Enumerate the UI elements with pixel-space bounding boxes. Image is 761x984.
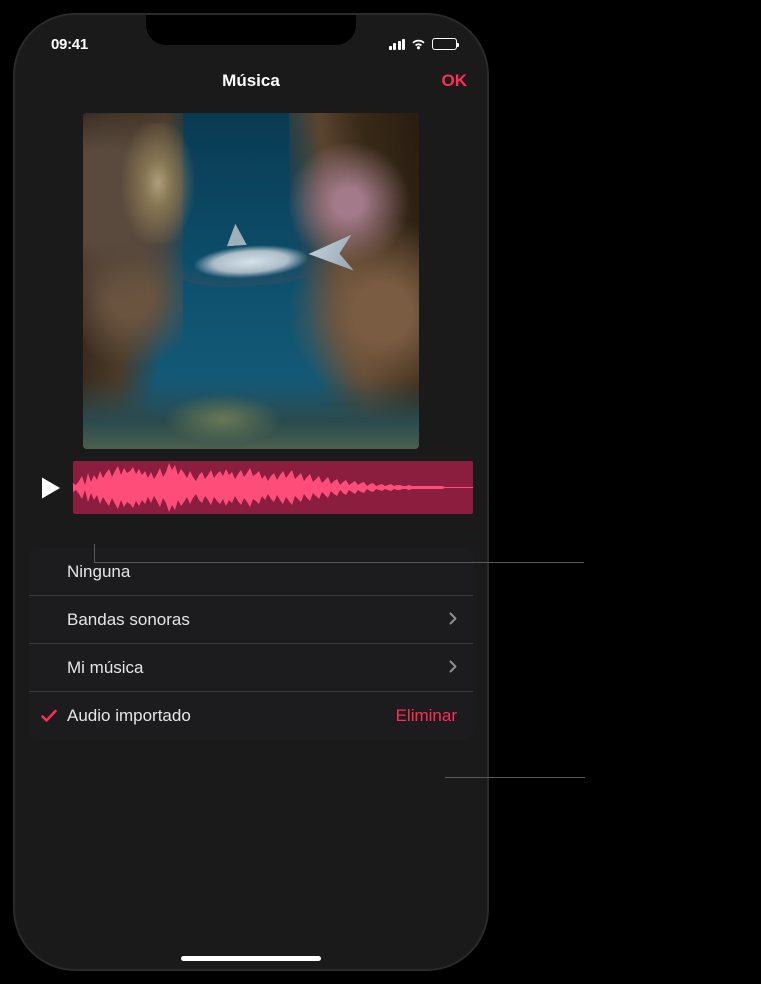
- status-indicators: [389, 38, 458, 50]
- audio-waveform[interactable]: [73, 461, 473, 514]
- option-label: Audio importado: [67, 706, 191, 726]
- play-button[interactable]: [29, 461, 73, 514]
- video-preview[interactable]: [83, 113, 419, 449]
- notch: [146, 15, 356, 45]
- phone-frame: 09:41 Música OK: [15, 15, 487, 969]
- option-none[interactable]: Ninguna: [29, 548, 473, 596]
- option-imported-audio[interactable]: Audio importado Eliminar: [29, 692, 473, 740]
- cellular-signal-icon: [389, 39, 406, 50]
- option-my-music[interactable]: Mi música: [29, 644, 473, 692]
- battery-icon: [432, 38, 457, 50]
- status-time: 09:41: [51, 36, 88, 53]
- chevron-right-icon: [449, 658, 457, 678]
- home-indicator[interactable]: [181, 956, 321, 961]
- play-icon: [40, 476, 62, 500]
- callout-line: [445, 777, 585, 778]
- nav-bar: Música OK: [15, 59, 487, 103]
- chevron-right-icon: [449, 610, 457, 630]
- delete-button[interactable]: Eliminar: [396, 706, 457, 726]
- option-label: Ninguna: [67, 562, 130, 582]
- option-label: Mi música: [67, 658, 144, 678]
- option-label: Bandas sonoras: [67, 610, 190, 630]
- content: Ninguna Bandas sonoras Mi música Audio i…: [15, 103, 487, 969]
- wifi-icon: [410, 38, 427, 50]
- option-soundtracks[interactable]: Bandas sonoras: [29, 596, 473, 644]
- done-button[interactable]: OK: [442, 71, 468, 91]
- callout-line: [94, 562, 584, 563]
- audio-track-row: [29, 461, 473, 514]
- music-source-list: Ninguna Bandas sonoras Mi música Audio i…: [29, 548, 473, 740]
- page-title: Música: [15, 71, 487, 91]
- checkmark-icon: [41, 709, 57, 723]
